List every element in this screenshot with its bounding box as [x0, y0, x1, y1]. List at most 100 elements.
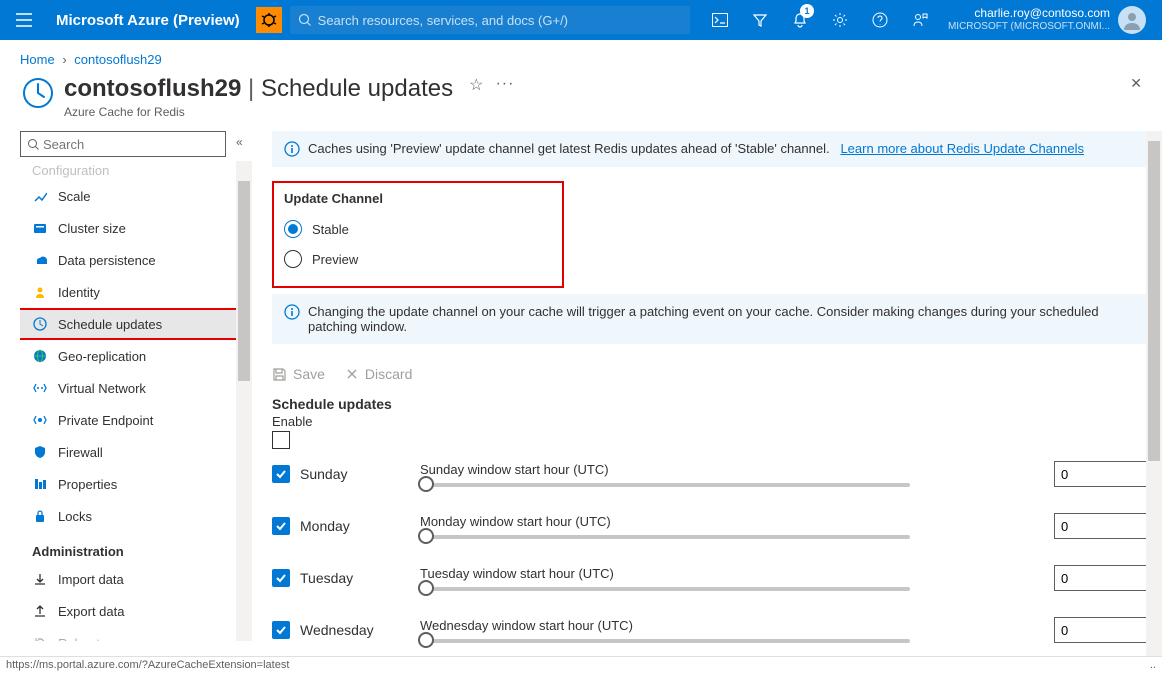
slider-thumb[interactable]	[418, 632, 434, 648]
slider-thumb[interactable]	[418, 476, 434, 492]
close-blade-button[interactable]: ✕	[1130, 75, 1142, 92]
sidebar-item-firewall[interactable]: Firewall	[20, 436, 252, 468]
favorite-button[interactable]: ☆	[469, 75, 483, 95]
day-row-wednesday: Wednesday Wednesday window start hour (U…	[272, 617, 1150, 643]
sidebar-search[interactable]	[20, 131, 226, 157]
content: « Configuration Scale Cluster size Data …	[0, 131, 1162, 671]
endpoint-icon	[32, 412, 48, 428]
settings-button[interactable]	[820, 0, 860, 40]
notifications-button[interactable]: 1	[780, 0, 820, 40]
hour-input-monday[interactable]	[1054, 513, 1150, 539]
page-title: contosoflush29 | Schedule updates	[64, 75, 453, 103]
hour-slider[interactable]	[420, 483, 910, 487]
slider-label: Monday window start hour (UTC)	[420, 514, 1038, 529]
slider-thumb[interactable]	[418, 580, 434, 596]
global-search[interactable]	[290, 6, 690, 34]
main-scrollbar[interactable]	[1146, 131, 1162, 671]
scrollbar-thumb[interactable]	[238, 181, 250, 381]
avatar	[1118, 6, 1146, 34]
hour-slider[interactable]	[420, 639, 910, 643]
sidebar-cutoff-item: Configuration	[20, 161, 252, 180]
feedback-button[interactable]	[900, 0, 940, 40]
cluster-icon	[32, 220, 48, 236]
day-checkbox-monday[interactable]	[272, 517, 290, 535]
enable-checkbox[interactable]	[272, 431, 290, 449]
shield-icon	[32, 444, 48, 460]
clock-icon	[32, 316, 48, 332]
sidebar-item-scale[interactable]: Scale	[20, 180, 252, 212]
hour-slider[interactable]	[420, 535, 910, 539]
sidebar-item-schedule-updates[interactable]: Schedule updates	[20, 308, 250, 340]
help-icon	[872, 12, 888, 28]
info-text-2: Changing the update channel on your cach…	[308, 304, 1138, 334]
cloud-save-icon	[32, 252, 48, 268]
hour-input-sunday[interactable]	[1054, 461, 1150, 487]
sidebar-item-export-data[interactable]: Export data	[20, 595, 252, 627]
portal-title[interactable]: Microsoft Azure (Preview)	[40, 12, 256, 29]
day-label: Monday	[300, 518, 420, 534]
hamburger-menu[interactable]	[8, 0, 40, 40]
collapse-sidebar-button[interactable]: «	[236, 135, 243, 149]
sidebar-search-input[interactable]	[43, 137, 219, 152]
sidebar-item-virtual-network[interactable]: Virtual Network	[20, 372, 252, 404]
discard-button[interactable]: Discard	[345, 366, 412, 382]
save-button[interactable]: Save	[272, 366, 325, 382]
status-bar: https://ms.portal.azure.com/?AzureCacheE…	[0, 656, 1162, 676]
user-email: charlie.roy@contoso.com	[948, 6, 1110, 20]
scale-icon	[32, 188, 48, 204]
account-menu[interactable]: charlie.roy@contoso.com MICROSOFT (MICRO…	[940, 6, 1154, 34]
radio-input-stable[interactable]	[284, 220, 302, 238]
sidebar-item-locks[interactable]: Locks	[20, 500, 252, 532]
info-link[interactable]: Learn more about Redis Update Channels	[840, 141, 1084, 156]
radio-input-preview[interactable]	[284, 250, 302, 268]
export-icon	[32, 603, 48, 619]
preview-badge[interactable]	[256, 7, 282, 33]
help-button[interactable]	[860, 0, 900, 40]
scrollbar-thumb[interactable]	[1148, 141, 1160, 461]
vnet-icon	[32, 380, 48, 396]
check-icon	[275, 572, 287, 584]
sidebar-item-identity[interactable]: Identity	[20, 276, 252, 308]
sidebar-item-geo-replication[interactable]: Geo-replication	[20, 340, 252, 372]
gear-icon	[832, 12, 848, 28]
sidebar-item-reboot[interactable]: Reboot	[20, 627, 252, 641]
reboot-icon	[32, 635, 48, 641]
hour-slider[interactable]	[420, 587, 910, 591]
day-checkbox-wednesday[interactable]	[272, 621, 290, 639]
sidebar-item-cluster-size[interactable]: Cluster size	[20, 212, 252, 244]
hamburger-icon	[16, 13, 32, 27]
radio-preview[interactable]: Preview	[284, 244, 552, 274]
enable-label: Enable	[272, 414, 1150, 429]
sidebar-item-import-data[interactable]: Import data	[20, 563, 252, 595]
breadcrumb-resource[interactable]: contosoflush29	[74, 52, 161, 67]
sidebar-scrollbar[interactable]	[236, 161, 252, 641]
schedule-updates-title: Schedule updates	[272, 396, 1150, 412]
save-icon	[272, 367, 287, 382]
check-icon	[275, 468, 287, 480]
radio-stable[interactable]: Stable	[284, 214, 552, 244]
check-icon	[275, 520, 287, 532]
filter-button[interactable]	[740, 0, 780, 40]
slider-label: Sunday window start hour (UTC)	[420, 462, 1038, 477]
day-checkbox-sunday[interactable]	[272, 465, 290, 483]
sidebar-item-data-persistence[interactable]: Data persistence	[20, 244, 252, 276]
global-search-input[interactable]	[318, 13, 682, 28]
day-checkbox-tuesday[interactable]	[272, 569, 290, 587]
breadcrumb-home[interactable]: Home	[20, 52, 55, 67]
day-label: Tuesday	[300, 570, 420, 586]
hour-input-wednesday[interactable]	[1054, 617, 1150, 643]
check-icon	[275, 624, 287, 636]
more-actions-button[interactable]: ···	[495, 75, 514, 93]
azure-top-header: Microsoft Azure (Preview) 1 charlie.roy@…	[0, 0, 1162, 40]
info-banner-channel: Caches using 'Preview' update channel ge…	[272, 131, 1150, 167]
slider-thumb[interactable]	[418, 528, 434, 544]
hour-input-tuesday[interactable]	[1054, 565, 1150, 591]
resource-icon	[20, 75, 56, 111]
notification-count: 1	[800, 4, 814, 18]
breadcrumb: Home › contosoflush29	[0, 40, 1162, 71]
cloud-shell-button[interactable]	[700, 0, 740, 40]
sidebar-item-private-endpoint[interactable]: Private Endpoint	[20, 404, 252, 436]
day-label: Wednesday	[300, 622, 420, 638]
sidebar-item-properties[interactable]: Properties	[20, 468, 252, 500]
clock-icon	[22, 77, 54, 109]
